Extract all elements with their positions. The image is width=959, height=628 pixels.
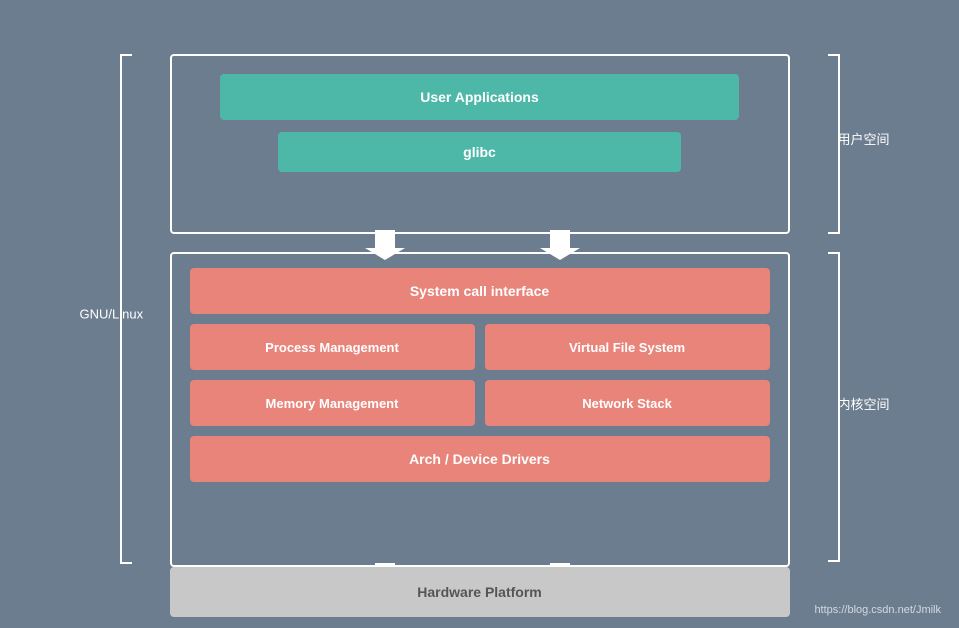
kernel-row-1: Process Management Virtual File System [190,324,770,370]
hardware-platform-box: Hardware Platform [170,567,790,617]
network-stack-box: Network Stack [485,380,770,426]
virtual-file-system-box: Virtual File System [485,324,770,370]
label-user-space: 用户空间 [837,129,889,148]
label-gnu-linux: GNU/Linux [80,307,144,322]
kernel-space-box: System call interface Process Management… [170,252,790,567]
watermark: https://blog.csdn.net/Jmilk [814,604,941,616]
system-call-box: System call interface [190,268,770,314]
glibc-label: glibc [463,144,496,160]
process-management-label: Process Management [265,340,399,355]
network-stack-label: Network Stack [582,396,672,411]
system-call-label: System call interface [410,283,549,299]
process-management-box: Process Management [190,324,475,370]
hardware-platform-label: Hardware Platform [417,584,541,600]
virtual-file-system-label: Virtual File System [569,340,685,355]
diagram-container: GNU/Linux 用户空间 内核空间 User Applications gl… [140,24,820,604]
arch-device-drivers-label: Arch / Device Drivers [409,451,550,467]
user-applications-label: User Applications [420,89,539,105]
memory-management-label: Memory Management [266,396,399,411]
user-applications-box: User Applications [220,74,738,120]
memory-management-box: Memory Management [190,380,475,426]
arch-device-drivers-box: Arch / Device Drivers [190,436,770,482]
kernel-row-2: Memory Management Network Stack [190,380,770,426]
user-space-box: User Applications glibc [170,54,790,234]
label-kernel-space: 内核空间 [837,394,889,413]
glibc-box: glibc [278,132,681,172]
